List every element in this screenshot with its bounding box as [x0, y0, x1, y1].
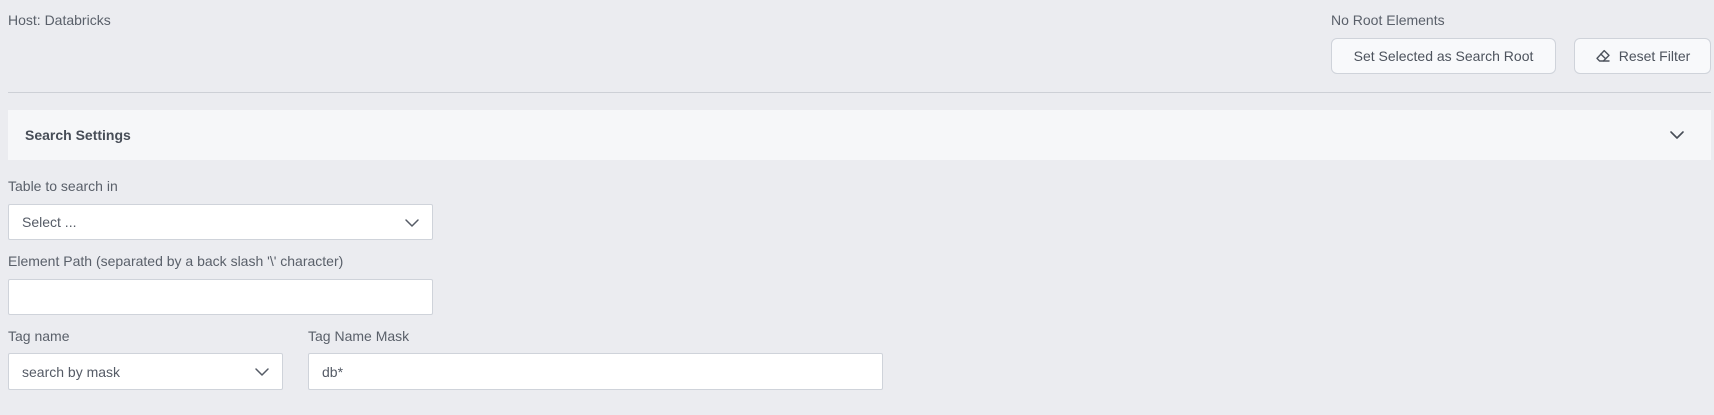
chevron-down-icon: [404, 215, 420, 231]
element-path-input[interactable]: [8, 279, 433, 315]
element-path-label: Element Path (separated by a back slash …: [8, 253, 344, 269]
search-settings-title: Search Settings: [25, 127, 131, 143]
root-status-text: No Root Elements: [1331, 12, 1445, 28]
tag-name-label: Tag name: [8, 328, 70, 344]
tag-mask-value: db*: [322, 363, 344, 380]
eraser-icon: [1595, 48, 1611, 64]
header-divider: [8, 92, 1711, 93]
chevron-down-icon: [254, 364, 270, 380]
search-panel: Host: Databricks No Root Elements Set Se…: [0, 0, 1714, 415]
search-settings-accordion[interactable]: Search Settings: [8, 110, 1711, 160]
set-search-root-button[interactable]: Set Selected as Search Root: [1331, 38, 1556, 74]
tag-name-select-value: search by mask: [22, 363, 121, 380]
reset-filter-label: Reset Filter: [1618, 48, 1691, 64]
tag-mask-input[interactable]: db*: [308, 353, 883, 390]
table-select-value: Select ...: [22, 214, 77, 230]
reset-filter-button[interactable]: Reset Filter: [1574, 38, 1711, 74]
set-search-root-label: Set Selected as Search Root: [1353, 48, 1534, 64]
host-label: Host: Databricks: [8, 12, 111, 28]
tag-name-select[interactable]: search by mask: [8, 353, 283, 390]
chevron-down-icon[interactable]: [1668, 126, 1686, 144]
tag-mask-label: Tag Name Mask: [308, 328, 410, 344]
table-select[interactable]: Select ...: [8, 204, 433, 240]
table-field-label: Table to search in: [8, 178, 118, 194]
